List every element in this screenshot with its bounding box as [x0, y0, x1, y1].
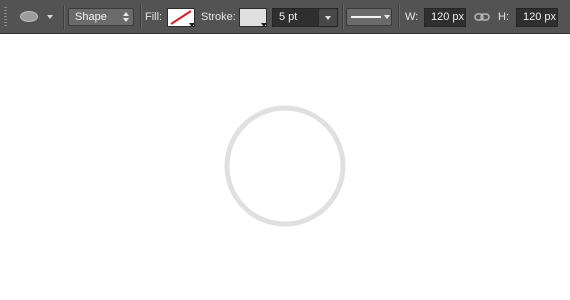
- width-value: 120 px: [431, 11, 465, 23]
- document-canvas[interactable]: [0, 35, 570, 300]
- width-field[interactable]: 120 px: [424, 8, 466, 27]
- line-style-icon: [351, 15, 390, 19]
- chevron-down-icon: [47, 15, 53, 19]
- ellipse-tool-icon: [20, 11, 38, 22]
- tool-preset-picker[interactable]: [16, 8, 60, 26]
- height-value: 120 px: [523, 11, 557, 23]
- fill-swatch[interactable]: [167, 8, 195, 27]
- divider: [342, 5, 343, 29]
- stroke-swatch[interactable]: [239, 8, 267, 27]
- ellipse-shape[interactable]: [224, 105, 346, 227]
- stroke-width-value: 5 pt: [279, 11, 298, 23]
- toolbar-grip[interactable]: [4, 7, 7, 27]
- height-label: H:: [498, 11, 509, 23]
- updown-arrows-icon: [123, 11, 129, 23]
- tool-mode-value: Shape: [75, 11, 107, 23]
- tool-mode-select[interactable]: Shape: [68, 8, 134, 26]
- divider: [398, 5, 399, 29]
- chevron-down-icon: [189, 23, 195, 27]
- stroke-type-select[interactable]: [346, 8, 392, 26]
- fill-label: Fill:: [145, 11, 163, 23]
- canvas-artwork: [224, 105, 346, 227]
- chevron-down-icon: [261, 23, 267, 27]
- stroke-width-field[interactable]: 5 pt: [272, 8, 338, 27]
- height-field[interactable]: 120 px: [516, 8, 558, 27]
- width-label: W:: [405, 11, 419, 23]
- stroke-label: Stroke:: [201, 11, 236, 23]
- chevron-down-icon[interactable]: [318, 9, 337, 26]
- divider: [63, 5, 64, 29]
- options-bar: Shape Fill: Stroke: 5 pt W: 120 px H: 12…: [0, 0, 570, 34]
- link-icon[interactable]: [474, 11, 490, 23]
- divider: [140, 5, 141, 29]
